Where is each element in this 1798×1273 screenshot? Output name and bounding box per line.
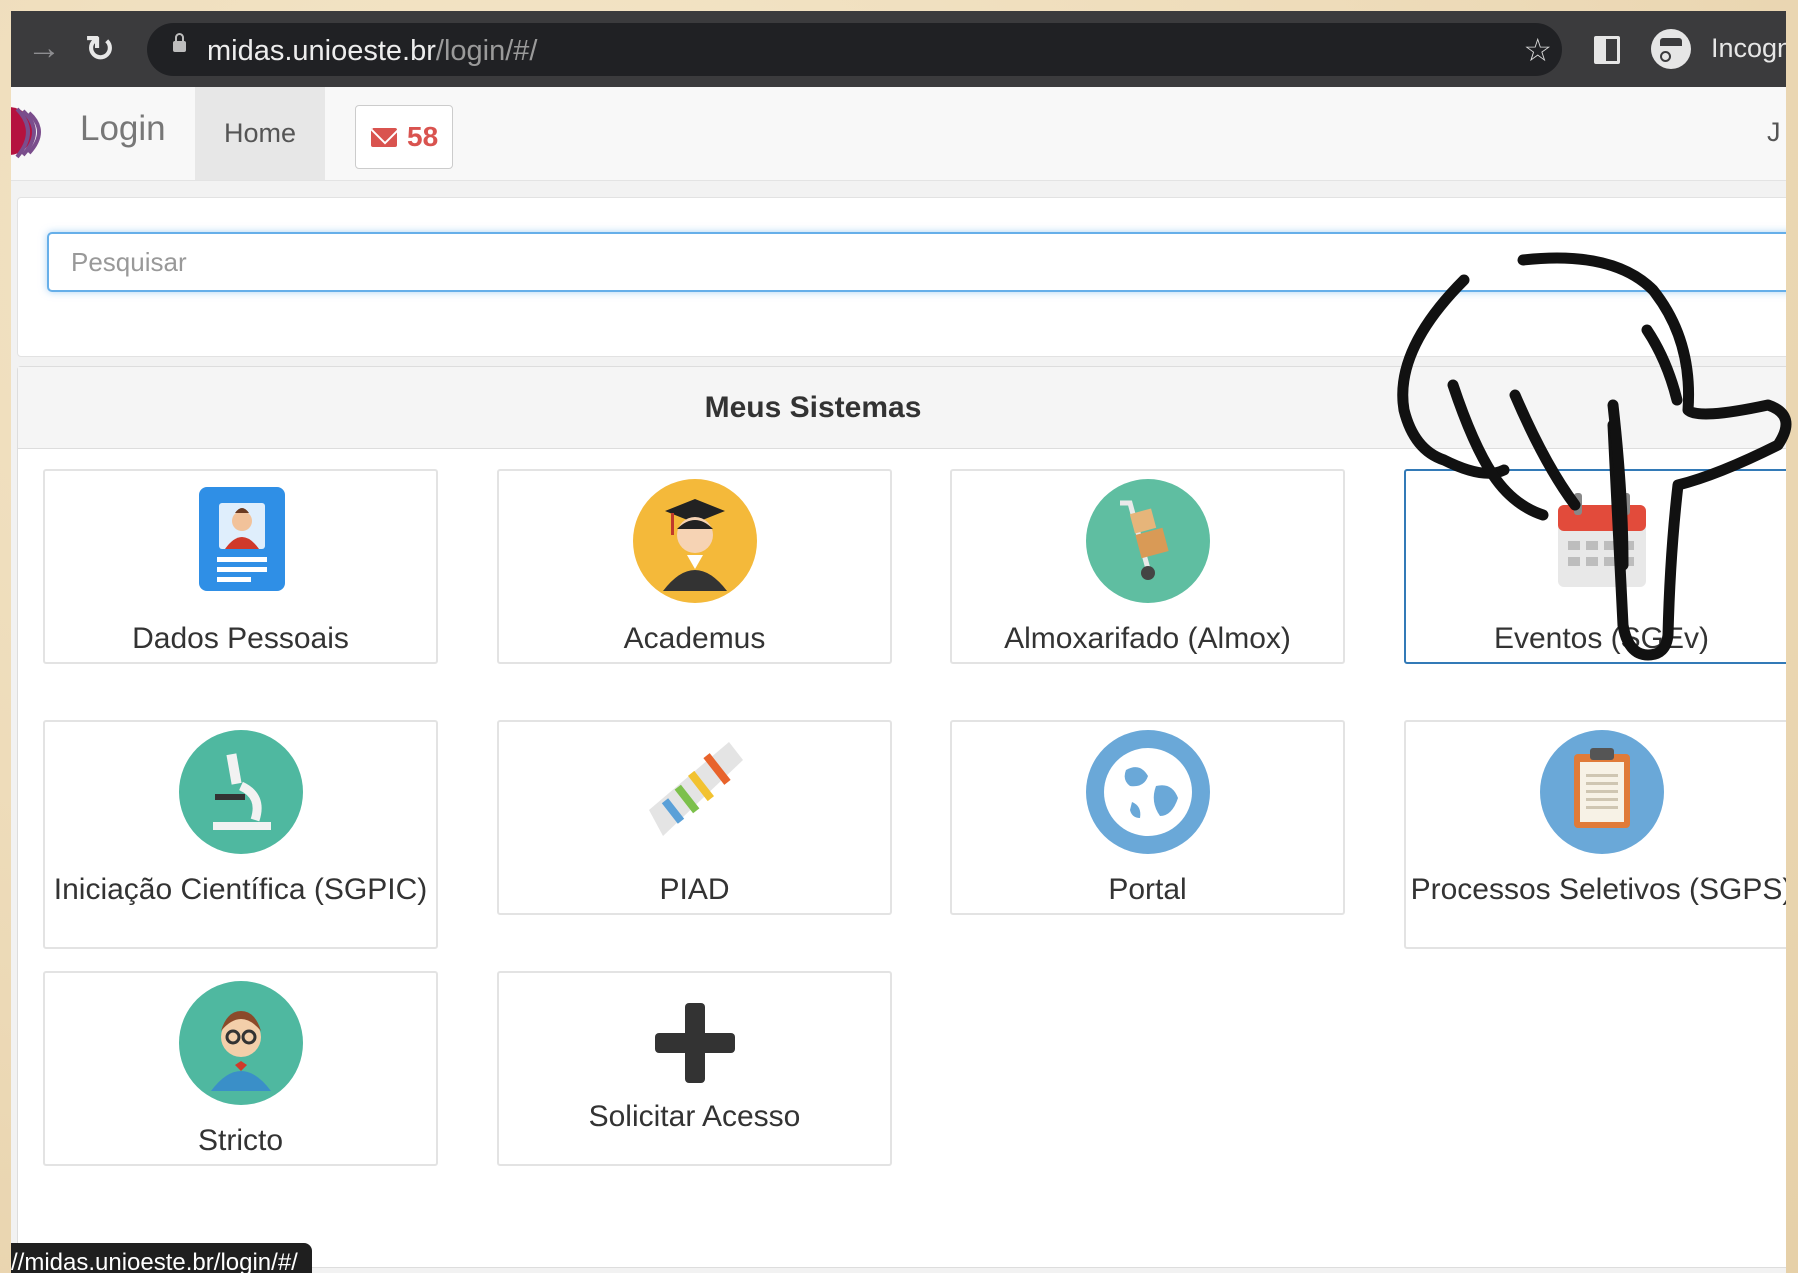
search-input[interactable] (47, 232, 1786, 292)
id-card-icon (198, 487, 285, 591)
envelope-icon (371, 128, 397, 147)
nav-home-label: Home (223, 118, 297, 148)
tile-iniciacao-cientifica[interactable]: Iniciação Científica (SGPIC) (43, 720, 438, 949)
systems-heading-text: Meus Sistemas (704, 391, 922, 424)
tile-solicitar-acesso[interactable]: Solicitar Acesso (497, 971, 892, 1166)
mail-button[interactable]: 58 (355, 105, 453, 169)
tile-label: Almoxarifado (Almox) (1004, 622, 1291, 655)
tile-label: Portal (1108, 873, 1187, 906)
microscope-icon (178, 730, 303, 854)
tile-dados-pessoais[interactable]: Dados Pessoais (43, 469, 438, 664)
address-bar[interactable]: midas.unioeste.br/login/#/ ☆ (147, 23, 1562, 76)
tile-label: Academus (623, 622, 766, 655)
clipboard-icon (1539, 730, 1664, 854)
tile-portal[interactable]: Portal (950, 720, 1345, 915)
browser-toolbar: → ↻ midas.unioeste.br/login/#/ ☆ Incogni (11, 11, 1786, 87)
tile-eventos[interactable]: Eventos (SGEv) (1404, 469, 1786, 664)
tile-label: PIAD (659, 873, 730, 906)
url-path: /login/#/ (435, 35, 538, 67)
calendar-icon (1557, 493, 1646, 587)
side-panel-icon[interactable] (1594, 36, 1620, 64)
bookmark-star-icon[interactable]: ☆ (1523, 31, 1552, 69)
site-navbar: Login Home 58 J (11, 87, 1786, 181)
address-url: midas.unioeste.br/login/#/ (207, 35, 537, 68)
gantt-chart-icon (648, 742, 743, 836)
lock-icon (173, 33, 186, 52)
tile-label: Iniciação Científica (SGPIC) (53, 873, 428, 906)
graduate-icon (632, 479, 757, 603)
status-url-tooltip: //midas.unioeste.br/login/#/ (11, 1243, 312, 1273)
tile-label: Stricto (197, 1124, 284, 1157)
incognito-label: Incogni (1711, 33, 1786, 63)
systems-panel: Meus Sistemas Dados Pessoais Academus Al… (17, 366, 1786, 1268)
hand-truck-icon (1085, 479, 1210, 603)
scholar-icon (178, 981, 303, 1105)
tile-label: Dados Pessoais (132, 622, 349, 655)
tile-stricto[interactable]: Stricto (43, 971, 438, 1166)
browser-screenshot: → ↻ midas.unioeste.br/login/#/ ☆ Incogni… (11, 11, 1786, 1273)
tile-academus[interactable]: Academus (497, 469, 892, 664)
tile-label: Processos Seletivos (SGPS) (1410, 873, 1786, 906)
tile-almoxarifado[interactable]: Almoxarifado (Almox) (950, 469, 1345, 664)
forward-arrow-icon[interactable]: → (27, 31, 61, 65)
plus-icon (654, 1003, 735, 1083)
tile-processos-seletivos[interactable]: Processos Seletivos (SGPS) (1404, 720, 1786, 949)
search-panel (17, 197, 1786, 357)
brand-title[interactable]: Login (80, 109, 166, 149)
reload-icon[interactable]: ↻ (81, 31, 119, 67)
globe-icon (1085, 730, 1210, 854)
tile-label: Solicitar Acesso (588, 1100, 801, 1133)
tile-piad[interactable]: PIAD (497, 720, 892, 915)
url-host: midas.unioeste.br (207, 35, 436, 67)
nav-home[interactable]: Home (195, 87, 325, 180)
tile-label: Eventos (SGEv) (1493, 622, 1710, 655)
incognito-icon[interactable] (1651, 29, 1691, 69)
unioeste-logo-icon (11, 107, 41, 159)
mail-count: 58 (407, 121, 439, 152)
user-menu[interactable]: J (1767, 117, 1781, 148)
systems-heading: Meus Sistemas (18, 367, 1786, 449)
